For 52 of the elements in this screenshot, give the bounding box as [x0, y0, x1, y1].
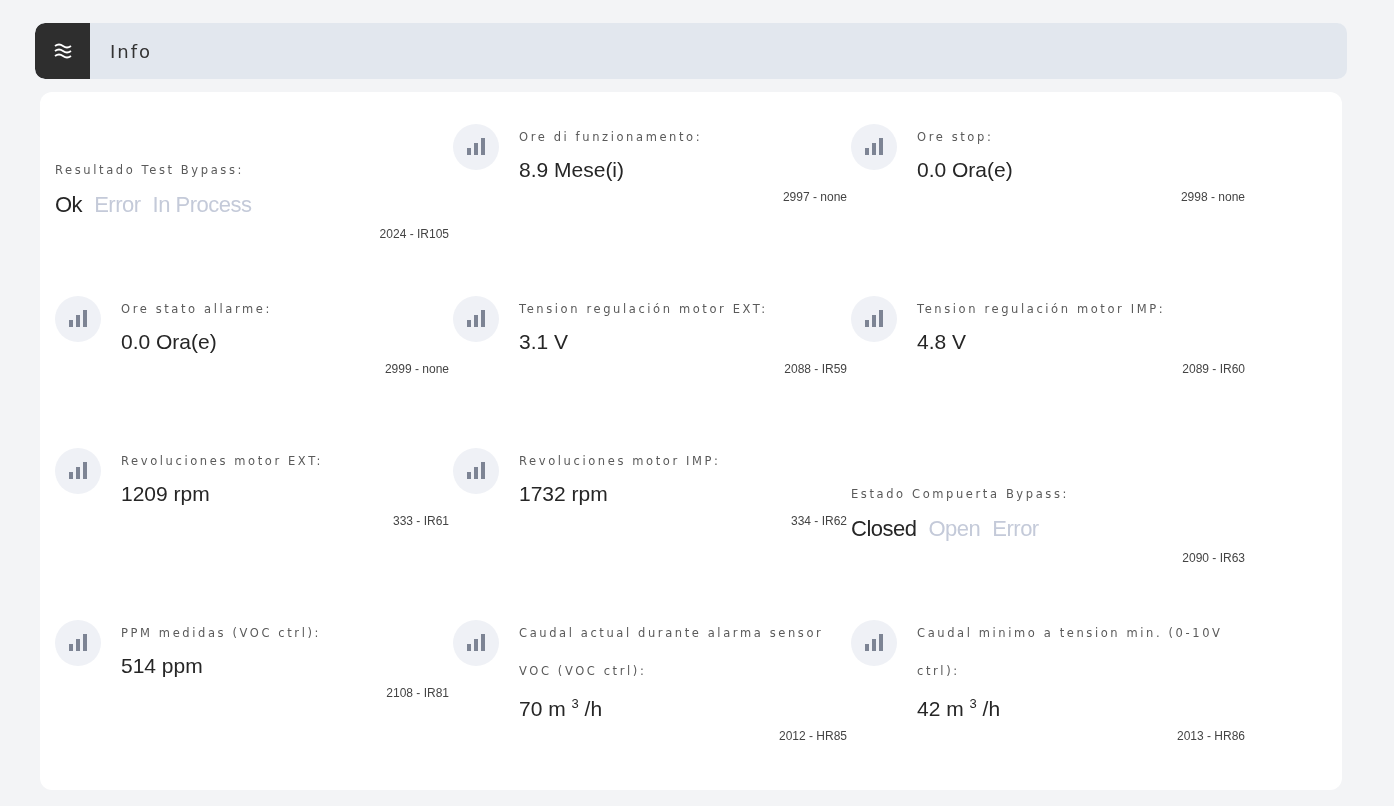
reading-value: 42 m $^{3}$ /h	[917, 695, 1002, 722]
bar-chart-icon	[55, 296, 101, 342]
reading-label: Revoluciones motor EXT:	[121, 453, 324, 470]
register-code: 2090 - IR63	[1182, 551, 1245, 565]
reading-value: 8.9 Mese(i)	[519, 157, 626, 183]
reading-value: 70 m $^{3}$ /h	[519, 695, 604, 722]
status-option: Open	[928, 513, 981, 545]
status-option: Closed	[851, 513, 917, 545]
register-code: 2089 - IR60	[1182, 362, 1245, 376]
status-option: Error	[94, 189, 141, 221]
status-label: Estado Compuerta Bypass:	[851, 486, 1070, 503]
register-code: 2108 - IR81	[386, 686, 449, 700]
reading-label: Ore di funzionamento:	[519, 129, 704, 146]
reading-value: 4.8 V	[917, 329, 968, 355]
reading-label: Tension regulación motor IMP:	[917, 301, 1167, 318]
reading-label: Revoluciones motor IMP:	[519, 453, 722, 470]
reading-value: 0.0 Ora(e)	[917, 157, 1014, 183]
bar-chart-icon	[851, 620, 897, 666]
status-option: Error	[992, 513, 1039, 545]
reading-label: Caudal minimo a tension min. (0-10V ctrl):	[917, 625, 1224, 680]
section-title: Info	[110, 40, 153, 62]
reading-label: Ore stato allarme:	[121, 301, 273, 318]
reading-label: Ore stop:	[917, 129, 995, 146]
register-code: 2998 - none	[1180, 190, 1245, 204]
reading-label: Caudal actual durante alarma sensor VOC (VOC ctrl):	[519, 625, 825, 680]
reading-value: 514 ppm	[121, 653, 204, 679]
bar-chart-icon	[453, 448, 499, 494]
bar-chart-icon	[851, 296, 897, 342]
bar-chart-icon	[851, 124, 897, 170]
reading-value: 1732 rpm	[519, 481, 609, 507]
register-code: 2013 - HR86	[1176, 729, 1245, 743]
status-label: Resultado Test Bypass:	[55, 162, 245, 179]
bar-chart-icon	[55, 448, 101, 494]
register-code: 334 - IR62	[790, 514, 847, 528]
status-option: In Process	[152, 189, 252, 221]
register-code: 2997 - none	[782, 190, 847, 204]
reading-label: PPM medidas (VOC ctrl):	[121, 625, 323, 642]
register-code: 2024 - IR105	[379, 227, 449, 241]
reading-value: 0.0 Ora(e)	[121, 329, 218, 355]
register-code: 2088 - IR59	[784, 362, 847, 376]
reading-value: 3.1 V	[519, 329, 570, 355]
bar-chart-icon	[453, 296, 499, 342]
waves-icon	[35, 23, 90, 79]
register-code: 333 - IR61	[392, 514, 449, 528]
register-code: 2999 - none	[384, 362, 449, 376]
register-code: 2012 - HR85	[778, 729, 847, 743]
bar-chart-icon	[55, 620, 101, 666]
bar-chart-icon	[453, 620, 499, 666]
reading-label: Tension regulación motor EXT:	[519, 301, 769, 318]
status-option: Ok	[55, 189, 83, 221]
bar-chart-icon	[453, 124, 499, 170]
reading-value: 1209 rpm	[121, 481, 211, 507]
